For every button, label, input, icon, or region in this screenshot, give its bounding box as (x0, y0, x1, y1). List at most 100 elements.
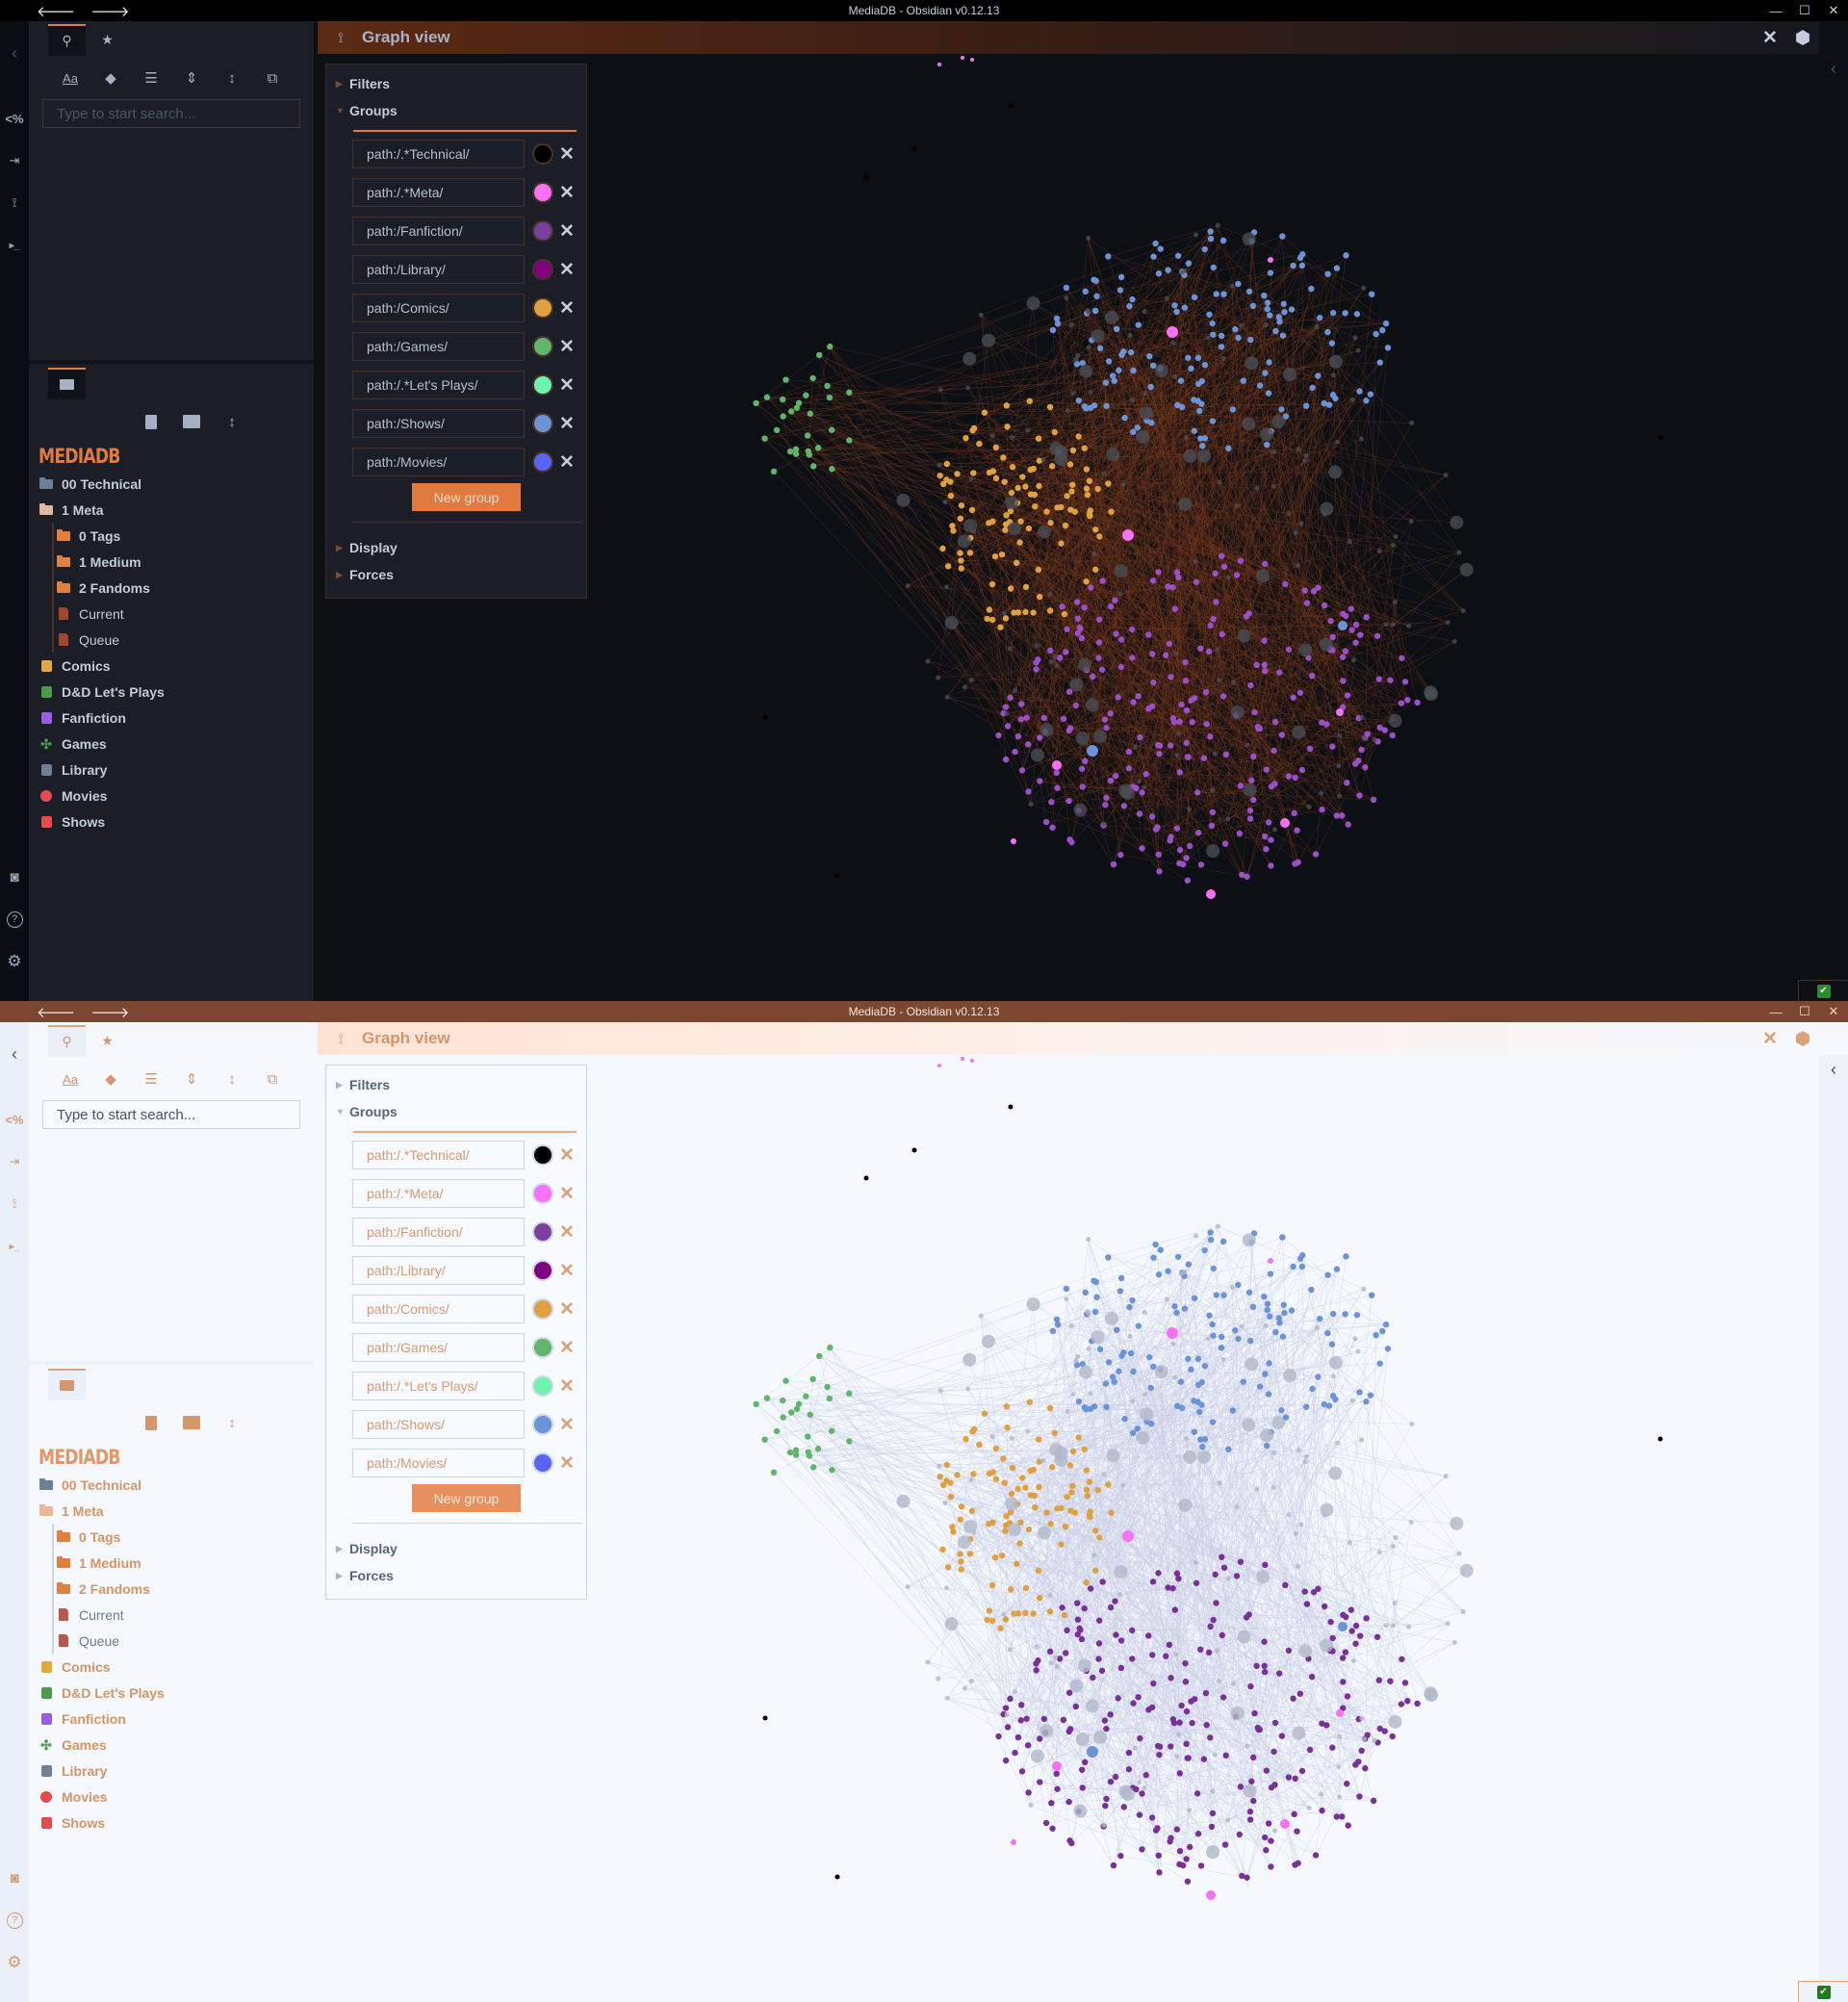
graph-node[interactable] (1187, 1808, 1193, 1813)
settings-icon[interactable]: ⚙ (0, 1950, 29, 1975)
graph-node[interactable] (1391, 1623, 1397, 1629)
graph-node[interactable] (1261, 637, 1268, 644)
graph-node[interactable] (1101, 1717, 1109, 1724)
graph-node[interactable] (1199, 443, 1206, 449)
graph-node[interactable] (968, 506, 976, 514)
graph-node[interactable] (1242, 417, 1256, 431)
graph-node[interactable] (1348, 1628, 1355, 1634)
graph-node[interactable] (1217, 1480, 1222, 1486)
graph-node[interactable] (1445, 620, 1450, 626)
graph-node[interactable] (1066, 461, 1074, 468)
graph-node[interactable] (1298, 1767, 1306, 1775)
graph-node[interactable] (1030, 465, 1037, 473)
group-query-input[interactable] (352, 1141, 525, 1169)
graph-node[interactable] (1268, 1837, 1274, 1844)
graph-node[interactable] (968, 476, 974, 482)
graph-node[interactable] (1459, 1563, 1474, 1578)
show-more-context-icon[interactable]: ⇕ (171, 1066, 212, 1091)
graph-node[interactable] (1294, 827, 1300, 834)
graph-node[interactable] (1083, 578, 1090, 585)
graph-node[interactable] (1120, 786, 1135, 801)
graph-node[interactable] (1337, 793, 1343, 799)
filters-section[interactable]: ▶ Filters (336, 1077, 390, 1092)
graph-node[interactable] (958, 1566, 964, 1573)
graph-node[interactable] (1012, 748, 1018, 756)
new-group-button[interactable]: New group (412, 483, 521, 511)
graph-node[interactable] (1198, 1401, 1205, 1408)
graph-node[interactable] (1165, 583, 1171, 590)
group-color-picker[interactable] (532, 1144, 553, 1166)
graph-node[interactable] (1091, 1553, 1097, 1558)
group-color-picker[interactable] (532, 374, 553, 396)
graph-node[interactable] (1008, 1104, 1014, 1110)
graph-node[interactable] (1207, 1623, 1214, 1630)
graph-node[interactable] (1043, 1509, 1050, 1516)
graph-node[interactable] (1004, 424, 1011, 430)
group-color-picker[interactable] (532, 297, 553, 319)
graph-node[interactable] (1168, 674, 1174, 680)
group-query-input[interactable] (352, 140, 525, 168)
graph-node[interactable] (1145, 631, 1152, 638)
graph-node[interactable] (1122, 1530, 1134, 1542)
graph-node[interactable] (1333, 265, 1341, 271)
graph-node[interactable] (1007, 1647, 1013, 1653)
graph-node[interactable] (1086, 236, 1091, 242)
graph-node[interactable] (958, 1503, 965, 1510)
graph-node[interactable] (1220, 1564, 1228, 1571)
settings-gear-icon[interactable]: ⬢ (1786, 1029, 1819, 1049)
graph-node[interactable] (1117, 273, 1125, 281)
graph-node[interactable] (1051, 428, 1058, 436)
graph-node[interactable] (1073, 1804, 1088, 1818)
graph-node[interactable] (984, 615, 990, 623)
graph-node[interactable] (1197, 1450, 1212, 1464)
graph-node[interactable] (1451, 638, 1457, 644)
graph-node[interactable] (1047, 591, 1053, 597)
graph-node[interactable] (1206, 1890, 1216, 1900)
graph-node[interactable] (1154, 1742, 1162, 1750)
graph-node[interactable] (1301, 587, 1308, 594)
graph-node[interactable] (1357, 631, 1364, 638)
graph-node[interactable] (1037, 1735, 1043, 1742)
graph-node[interactable] (1181, 304, 1189, 311)
graph-node[interactable] (1246, 815, 1254, 822)
graph-node[interactable] (1185, 1755, 1192, 1761)
graph-node[interactable] (1002, 756, 1010, 763)
graph-node[interactable] (962, 1685, 967, 1691)
graph-node[interactable] (1117, 1637, 1125, 1644)
graph-node[interactable] (1095, 1656, 1102, 1662)
tree-item[interactable]: 1 Meta (37, 497, 306, 523)
graph-node[interactable] (1034, 1644, 1040, 1650)
graph-node[interactable] (1040, 723, 1054, 737)
graph-node[interactable] (1150, 1680, 1157, 1687)
graph-node[interactable] (970, 1471, 977, 1477)
graph-node[interactable] (1115, 1695, 1121, 1702)
graph-node[interactable] (1046, 1404, 1054, 1412)
graph-node[interactable] (1128, 626, 1136, 633)
graph-node[interactable] (958, 1535, 972, 1550)
graph-node[interactable] (981, 1410, 988, 1417)
graph-node[interactable] (1288, 1307, 1296, 1314)
graph-node[interactable] (1154, 364, 1168, 378)
group-color-picker[interactable] (532, 1183, 553, 1204)
graph-node[interactable] (1168, 1743, 1174, 1750)
graph-node[interactable] (1285, 773, 1293, 780)
graph-node[interactable] (1037, 1779, 1043, 1785)
graph-node[interactable] (984, 1616, 990, 1624)
graph-node[interactable] (1194, 830, 1202, 836)
graph-node[interactable] (1272, 827, 1278, 833)
graph-node[interactable] (957, 1516, 964, 1523)
graph-node[interactable] (1316, 314, 1323, 321)
graph-node[interactable] (1372, 1737, 1377, 1743)
forces-section[interactable]: ▶ Forces (336, 1568, 394, 1583)
graph-node[interactable] (988, 1617, 996, 1625)
graph-node[interactable] (944, 1617, 959, 1631)
graph-node[interactable] (1210, 264, 1217, 271)
graph-node[interactable] (1012, 688, 1017, 694)
graph-node[interactable] (1249, 1303, 1257, 1311)
graph-node[interactable] (991, 1553, 999, 1561)
graph-node[interactable] (957, 1551, 963, 1557)
graph-node[interactable] (1295, 1860, 1301, 1866)
graph-node[interactable] (1101, 821, 1107, 827)
graph-node[interactable] (816, 1352, 823, 1360)
graph-node[interactable] (1024, 1742, 1032, 1749)
